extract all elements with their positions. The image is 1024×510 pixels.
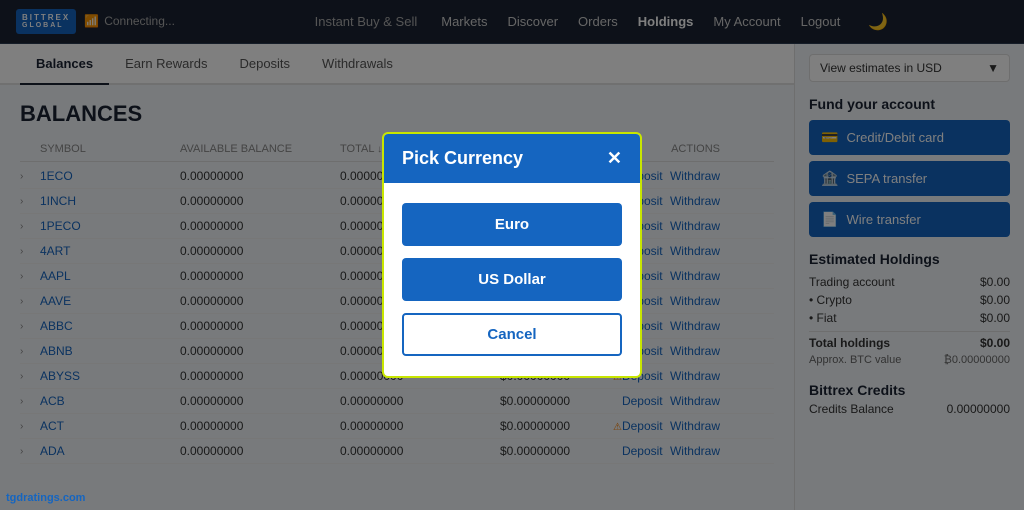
us-dollar-button[interactable]: US Dollar xyxy=(402,258,622,301)
cancel-button[interactable]: Cancel xyxy=(402,313,622,356)
modal-close-button[interactable]: ✕ xyxy=(607,148,622,169)
modal-title: Pick Currency xyxy=(402,148,523,169)
pick-currency-modal: Pick Currency ✕ Euro US Dollar Cancel xyxy=(382,132,642,378)
watermark: tgdratings.com xyxy=(6,492,85,504)
modal-header: Pick Currency ✕ xyxy=(384,134,640,183)
modal-overlay[interactable]: Pick Currency ✕ Euro US Dollar Cancel xyxy=(0,0,1024,510)
euro-button[interactable]: Euro xyxy=(402,203,622,246)
modal-body: Euro US Dollar Cancel xyxy=(384,183,640,376)
